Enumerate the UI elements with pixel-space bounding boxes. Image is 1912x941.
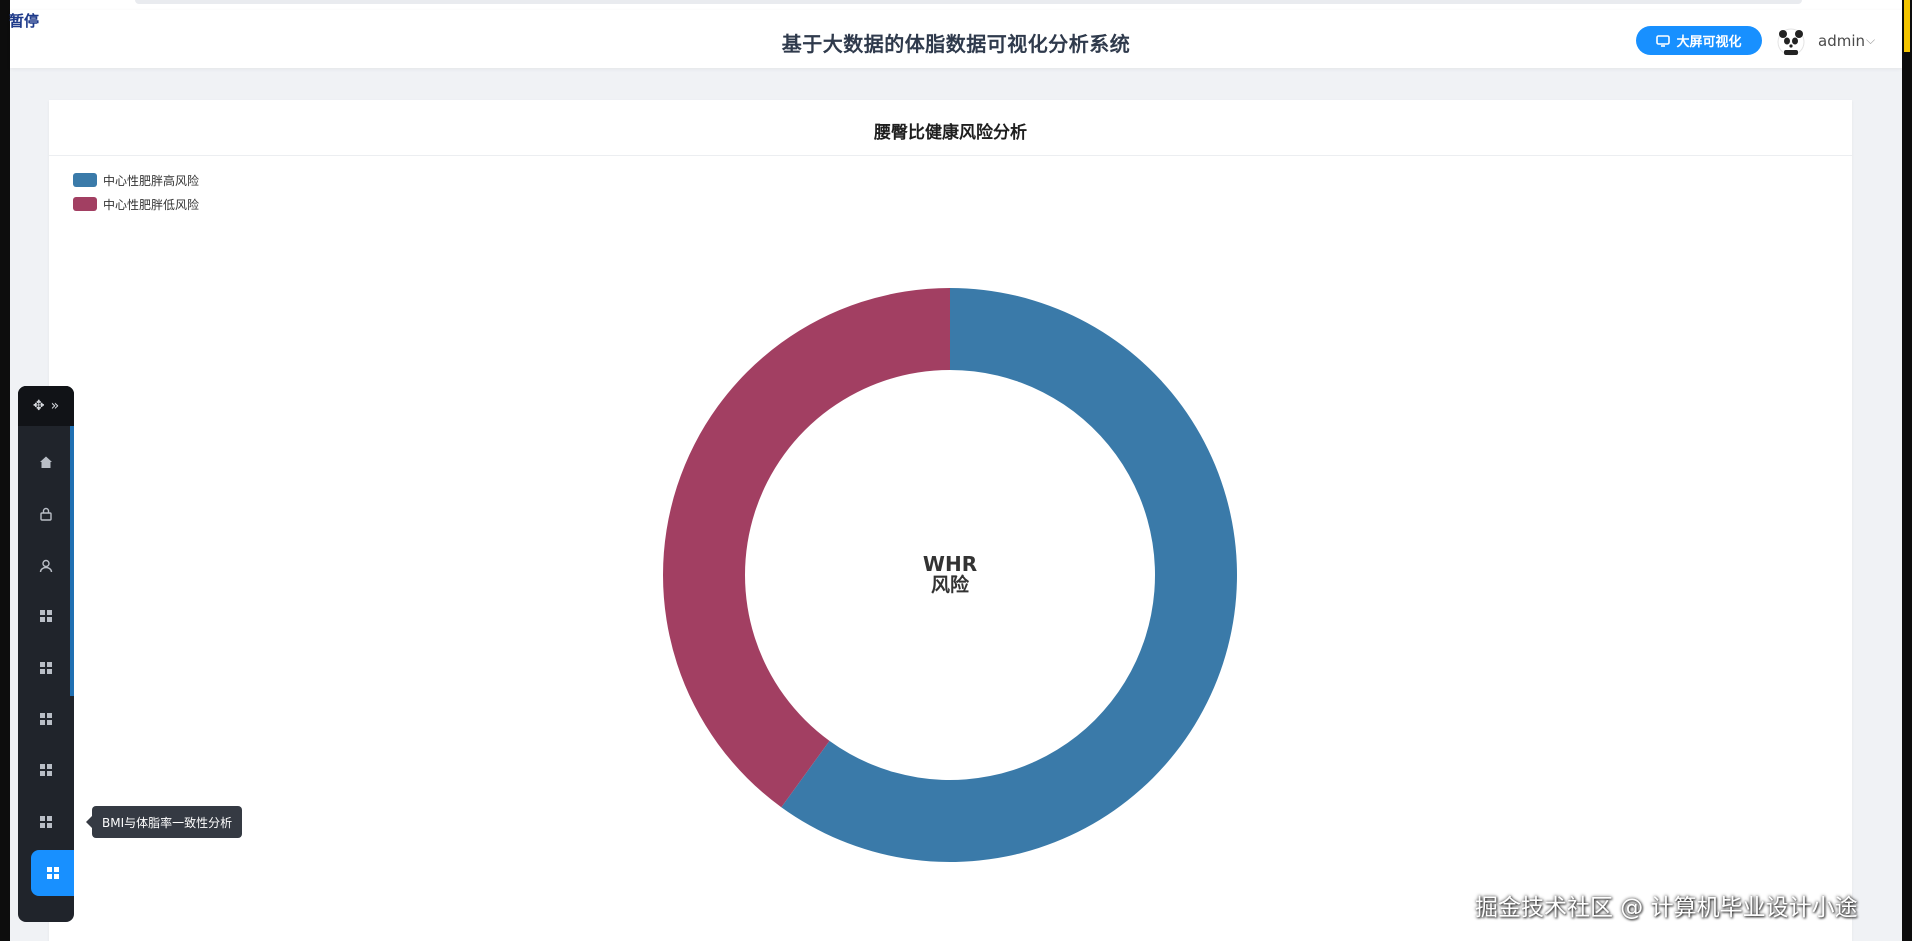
grid-icon[interactable] xyxy=(18,750,74,790)
right-edge-marker xyxy=(1904,0,1910,52)
chevron-down-icon[interactable]: ⌵ xyxy=(1866,33,1875,48)
floating-dock: ✥ » xyxy=(18,386,74,922)
grid-icon[interactable] xyxy=(18,699,74,739)
page-title: 基于大数据的体脂数据可视化分析系统 xyxy=(781,32,1131,56)
user-name[interactable]: admin xyxy=(1818,32,1865,50)
big-screen-button[interactable]: 大屏可视化 xyxy=(1636,26,1762,55)
donut-slice-1[interactable] xyxy=(663,288,950,808)
right-border xyxy=(1902,0,1912,941)
donut-chart: WHR 风险 xyxy=(663,288,1238,863)
top-scroll-bar xyxy=(135,0,1802,4)
grid-icon[interactable] xyxy=(18,648,74,688)
browser-top-strip xyxy=(10,0,1902,10)
dock-header[interactable]: ✥ » xyxy=(18,386,74,426)
chart-card: 腰臀比健康风险分析 中心性肥胖高风险 中心性肥胖低风险 WHR 风险 xyxy=(49,100,1852,941)
center-label-line1: WHR xyxy=(923,552,977,576)
grid-icon[interactable] xyxy=(31,850,74,896)
user-icon[interactable] xyxy=(18,546,74,586)
avatar[interactable] xyxy=(1777,28,1805,56)
lock-icon[interactable] xyxy=(18,494,74,534)
watermark: 掘金技术社区 @ 计算机毕业设计小途 xyxy=(1475,895,1858,921)
left-border xyxy=(0,0,10,941)
grid-icon[interactable] xyxy=(18,802,74,842)
top-header: 基于大数据的体脂数据可视化分析系统 大屏可视化 admin ⌵ xyxy=(10,10,1902,68)
double-chevron-right-icon[interactable]: » xyxy=(51,398,60,414)
move-icon[interactable]: ✥ xyxy=(33,398,45,414)
screen-icon xyxy=(1656,34,1671,47)
home-icon[interactable] xyxy=(18,442,74,482)
grid-icon[interactable] xyxy=(18,596,74,636)
center-label-line2: 风险 xyxy=(931,573,970,596)
big-screen-label: 大屏可视化 xyxy=(1676,35,1742,50)
panda-avatar-icon xyxy=(1777,28,1805,56)
dock-tooltip: BMI与体脂率一致性分析 xyxy=(85,806,243,838)
paused-label[interactable]: 暂停 xyxy=(9,10,39,31)
